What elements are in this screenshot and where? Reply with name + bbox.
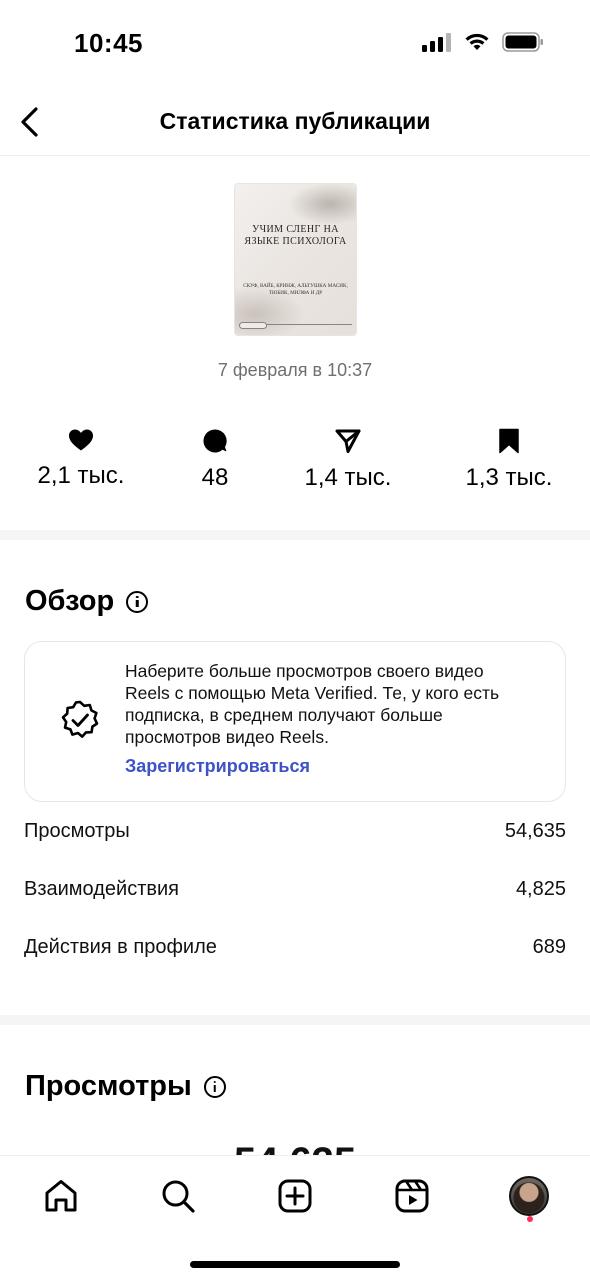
status-icons [422, 32, 544, 52]
views-title: Просмотры [25, 1070, 192, 1102]
stat-row-views: Просмотры 54,635 [24, 820, 566, 843]
info-icon[interactable] [203, 1075, 226, 1098]
likes-count: 2,1 тыс. [37, 462, 125, 489]
bookmark-icon [499, 428, 519, 454]
stat-label: Действия в профиле [24, 936, 217, 958]
stat-value: 54,635 [504, 820, 566, 842]
home-icon [45, 1180, 77, 1212]
comments-count: 48 [201, 464, 229, 491]
section-divider [0, 1015, 590, 1025]
comment-icon [203, 429, 227, 453]
thumbnail-subtitle: СКУФ, ВАЙБ, КРИНЖ, АЛЬТУШКА МАСИК, ТЮБИК… [243, 283, 348, 296]
create-icon [278, 1179, 312, 1213]
thumbnail-handle-badge [239, 322, 267, 329]
tab-search[interactable] [156, 1174, 200, 1218]
top-navigation-bar: Статистика публикации [0, 88, 590, 156]
section-divider [0, 530, 590, 540]
info-icon[interactable] [126, 590, 149, 613]
cellular-signal-icon [422, 33, 451, 52]
status-time: 10:45 [74, 28, 143, 58]
status-bar: 10:45 [0, 0, 590, 88]
tab-home[interactable] [39, 1174, 83, 1218]
thumbnail-title: УЧИМ СЛЕНГ НА ЯЗЫКЕ ПСИХОЛОГА [244, 224, 347, 247]
post-insights-screen: 10:45 Статистика публикации УЧИМ СЛЕНГ Н… [0, 0, 590, 1280]
register-link[interactable]: Зарегистрироваться [125, 756, 310, 777]
battery-icon [502, 32, 543, 52]
views-heading: Просмотры [25, 1070, 226, 1103]
metric-shares: 1,4 тыс. [278, 428, 418, 492]
overview-heading: Обзор [25, 585, 149, 618]
home-indicator [190, 1261, 400, 1268]
engagement-metrics: 2,1 тыс. 48 1,4 тыс. 1,3 тыс. [0, 428, 590, 498]
tab-profile[interactable] [507, 1174, 551, 1218]
metric-likes: 2,1 тыс. [11, 428, 151, 490]
promo-text: Наберите больше просмотров своего видео … [125, 661, 500, 747]
reels-icon [395, 1179, 429, 1213]
stat-row-interactions[interactable]: Взаимодействия 4,825 [24, 878, 566, 901]
notification-dot [527, 1216, 533, 1222]
profile-avatar [509, 1176, 549, 1216]
post-thumbnail[interactable]: УЧИМ СЛЕНГ НА ЯЗЫКЕ ПСИХОЛОГА СКУФ, ВАЙБ… [235, 184, 356, 335]
stat-row-profile-actions[interactable]: Действия в профиле 689 [24, 936, 566, 959]
meta-verified-promo-card: Наберите больше просмотров своего видео … [24, 641, 566, 802]
shares-count: 1,4 тыс. [304, 464, 392, 491]
overview-title: Обзор [25, 585, 115, 617]
post-date: 7 февраля в 10:37 [217, 360, 373, 380]
stat-value: 4,825 [515, 878, 566, 900]
metric-comments: 48 [145, 428, 285, 492]
tab-reels[interactable] [390, 1174, 434, 1218]
stat-label: Просмотры [24, 820, 130, 842]
metric-saves: 1,3 тыс. [439, 428, 579, 492]
share-icon [335, 429, 361, 453]
heart-icon [69, 429, 93, 451]
wifi-icon [465, 33, 489, 50]
tab-create[interactable] [273, 1174, 317, 1218]
verified-badge-icon [61, 700, 99, 738]
saves-count: 1,3 тыс. [465, 464, 553, 491]
page-title: Статистика публикации [159, 108, 431, 134]
stat-value: 689 [532, 936, 566, 958]
stat-label: Взаимодействия [24, 878, 179, 900]
search-icon [162, 1180, 195, 1213]
